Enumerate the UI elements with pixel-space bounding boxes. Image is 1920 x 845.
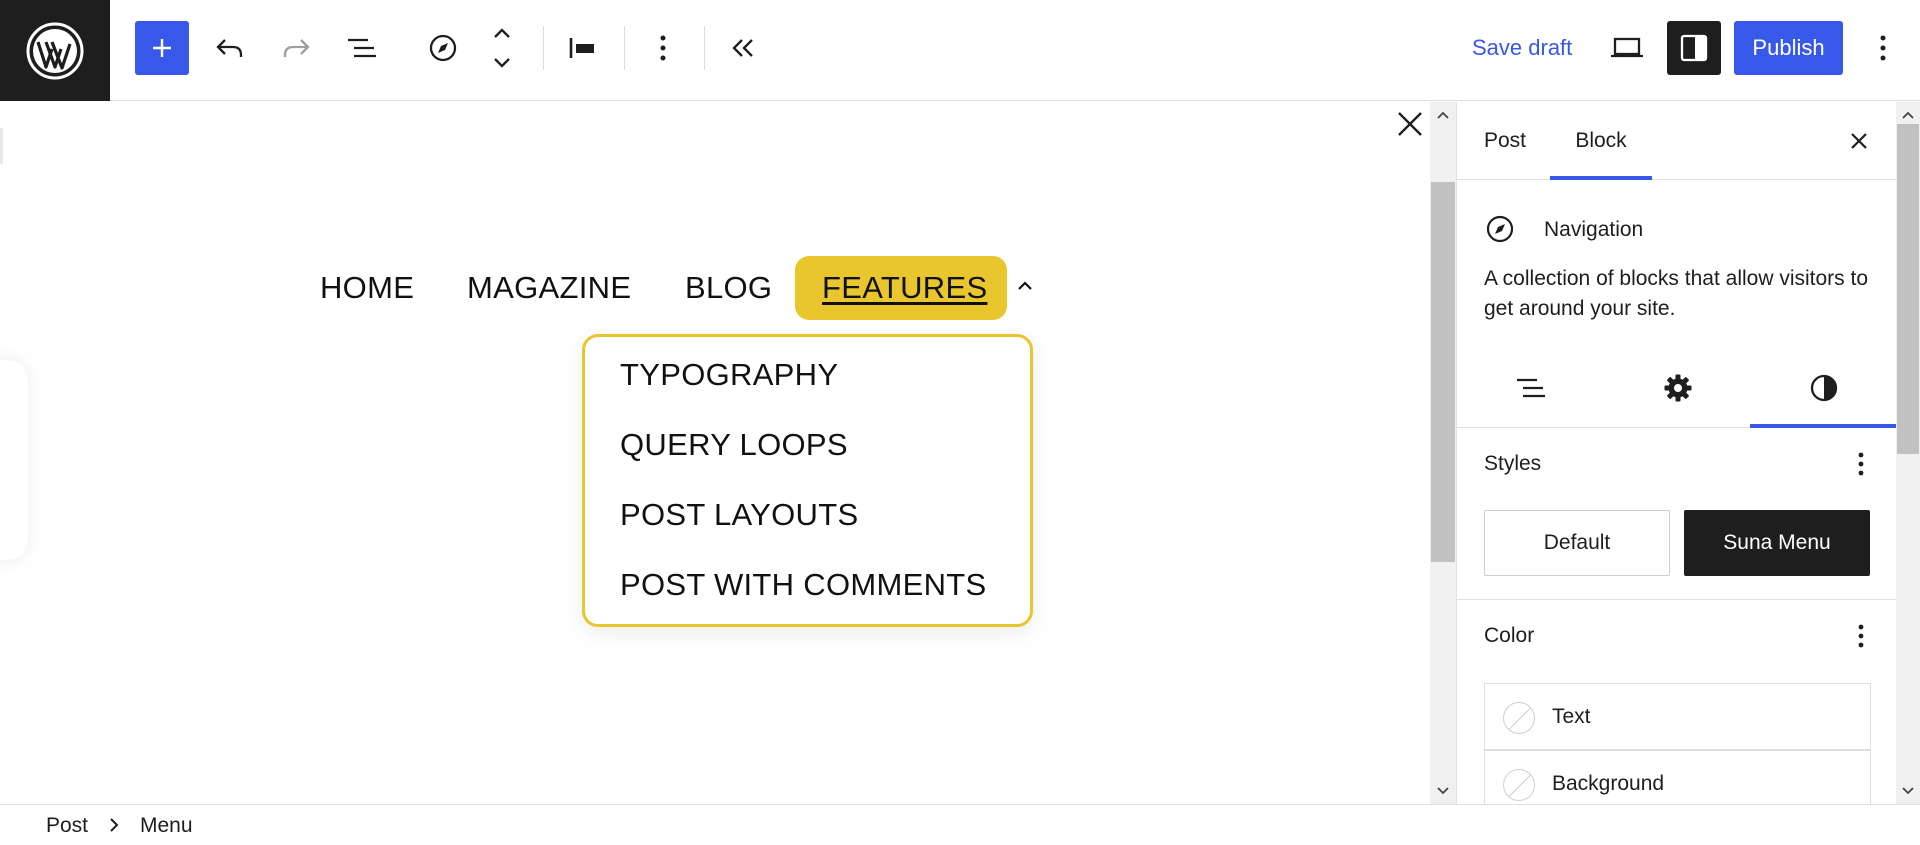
close-icon	[1851, 133, 1867, 149]
add-block-button[interactable]	[135, 21, 189, 75]
desktop-preview-icon	[1611, 37, 1643, 58]
chevron-up-icon	[1018, 281, 1032, 290]
editor-options-button[interactable]	[1856, 21, 1910, 75]
vertical-ellipsis-icon	[1858, 452, 1864, 476]
empty-swatch-icon	[1503, 769, 1535, 801]
sidebar-panel-icon	[1680, 34, 1708, 62]
toolbar-divider	[543, 26, 544, 70]
gear-icon	[1664, 374, 1691, 402]
navigation-menu: HOME MAGAZINE BLOG FEATURES	[0, 256, 1100, 326]
submenu-item-query-loops[interactable]: QUERY LOOPS	[620, 427, 848, 463]
sidebar-scrollbar-thumb[interactable]	[1897, 124, 1919, 454]
style-suna-menu-button[interactable]: Suna Menu	[1684, 510, 1870, 576]
vertical-ellipsis-icon	[1858, 624, 1864, 648]
settings-sidebar: Post Block Navigation A collection of bl…	[1456, 102, 1896, 804]
block-inspector-tabs	[1457, 348, 1896, 428]
color-background-option[interactable]: Background	[1484, 750, 1871, 804]
toolbar-divider	[704, 26, 705, 70]
move-up-down-button[interactable]	[475, 21, 529, 75]
canvas-scroll-up[interactable]	[1430, 104, 1456, 126]
breadcrumb-menu[interactable]: Menu	[140, 814, 193, 838]
submenu-item-post-with-comments[interactable]: POST WITH COMMENTS	[620, 567, 987, 603]
canvas-scroll-down[interactable]	[1430, 780, 1456, 802]
wordpress-icon	[26, 22, 84, 79]
styles-options-button[interactable]	[1841, 444, 1881, 484]
color-background-label: Background	[1552, 772, 1665, 795]
nav-item-features[interactable]: FEATURES	[822, 270, 987, 306]
tab-settings[interactable]	[1604, 348, 1751, 428]
double-chevron-left-icon	[732, 39, 753, 57]
save-draft-button[interactable]: Save draft	[1460, 27, 1584, 69]
block-title: Navigation	[1544, 218, 1644, 241]
nav-item-blog[interactable]: BLOG	[685, 270, 772, 306]
compass-icon	[1484, 213, 1516, 245]
close-icon	[1398, 112, 1422, 136]
submenu-item-post-layouts[interactable]: POST LAYOUTS	[620, 497, 858, 533]
tab-styles[interactable]	[1750, 348, 1896, 428]
contrast-icon	[1810, 374, 1837, 402]
styles-title: Styles	[1484, 452, 1542, 475]
justification-button[interactable]	[556, 21, 610, 75]
chevron-up-icon	[1437, 111, 1449, 119]
redo-button[interactable]	[269, 21, 323, 75]
breadcrumb-post[interactable]: Post	[46, 814, 88, 838]
chevron-right-icon	[106, 817, 122, 833]
vertical-ellipsis-icon	[1880, 35, 1886, 61]
nav-item-magazine[interactable]: MAGAZINE	[467, 270, 631, 306]
settings-sidebar-toggle[interactable]	[1667, 21, 1721, 75]
collapse-toolbar-button[interactable]	[716, 21, 770, 75]
document-overview-button[interactable]	[335, 21, 389, 75]
editor-canvas[interactable]: HOME MAGAZINE BLOG FEATURES TYPOGRAPHY Q…	[0, 102, 1430, 804]
color-text-option[interactable]: Text	[1484, 683, 1871, 750]
wordpress-logo-button[interactable]	[0, 0, 110, 101]
empty-swatch-icon	[1503, 702, 1535, 734]
block-options-button[interactable]	[636, 21, 690, 75]
navigation-block-type-button[interactable]	[416, 21, 470, 75]
editor-toolbar: Save draft Publish	[0, 0, 1920, 101]
chevron-up-icon	[1902, 111, 1914, 119]
plus-icon	[153, 39, 171, 57]
undo-icon	[216, 39, 243, 57]
canvas-scrollbar-thumb[interactable]	[1431, 182, 1455, 562]
tab-block[interactable]: Block	[1550, 102, 1652, 180]
canvas-shadow	[0, 360, 28, 560]
justify-left-icon	[569, 38, 594, 58]
styles-panel: Styles Default Suna Menu	[1457, 428, 1896, 600]
color-title: Color	[1484, 624, 1535, 647]
canvas-edge	[0, 128, 3, 164]
sidebar-scroll-down[interactable]	[1896, 780, 1920, 802]
submenu-item-typography[interactable]: TYPOGRAPHY	[620, 357, 838, 393]
close-submenu-button[interactable]	[1390, 104, 1430, 144]
nav-item-home[interactable]: HOME	[320, 270, 414, 306]
toolbar-divider	[624, 26, 625, 70]
style-default-button[interactable]: Default	[1484, 510, 1670, 576]
tab-list-view[interactable]	[1457, 348, 1604, 428]
block-breadcrumb: Post Menu	[0, 804, 1920, 845]
vertical-ellipsis-icon	[660, 35, 666, 61]
sidebar-tabs: Post Block	[1457, 102, 1896, 180]
list-view-icon	[348, 38, 376, 58]
undo-button[interactable]	[203, 21, 257, 75]
list-view-icon	[1516, 378, 1545, 398]
tab-post[interactable]: Post	[1484, 102, 1526, 180]
compass-icon	[429, 34, 457, 62]
chevron-up-down-icon	[494, 28, 510, 68]
publish-button[interactable]: Publish	[1734, 21, 1843, 75]
chevron-down-icon	[1437, 787, 1449, 795]
color-text-label: Text	[1552, 705, 1591, 728]
close-sidebar-button[interactable]	[1837, 119, 1881, 163]
submenu-dropdown: TYPOGRAPHY QUERY LOOPS POST LAYOUTS POST…	[582, 334, 1033, 627]
color-options-button[interactable]	[1841, 616, 1881, 656]
block-card: Navigation A collection of blocks that a…	[1457, 180, 1896, 348]
block-description: A collection of blocks that allow visito…	[1484, 267, 1869, 320]
color-panel: Color Text Background	[1457, 600, 1896, 804]
sidebar-scroll-up[interactable]	[1896, 104, 1920, 126]
redo-icon	[283, 39, 310, 57]
chevron-down-icon	[1902, 787, 1914, 795]
submenu-toggle[interactable]	[1015, 276, 1035, 296]
preview-button[interactable]	[1600, 21, 1654, 75]
